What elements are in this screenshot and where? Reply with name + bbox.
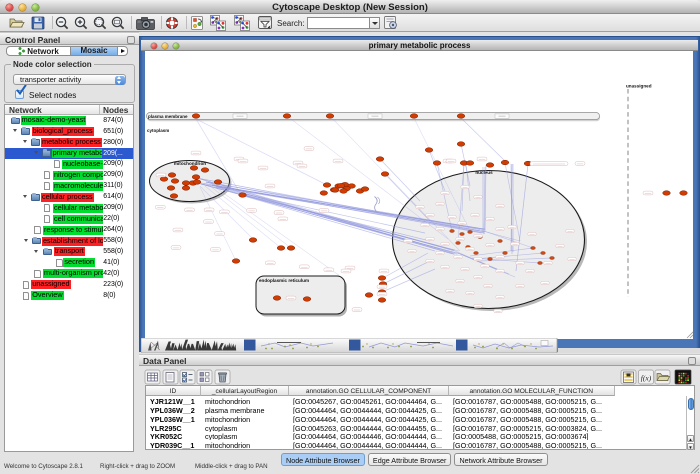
svg-text:nucleus: nucleus — [475, 170, 493, 175]
svg-text:endoplasmic reticulum: endoplasmic reticulum — [259, 278, 309, 283]
svg-text:plasma membrane: plasma membrane — [148, 114, 188, 119]
svg-text:mitochondrion: mitochondrion — [174, 161, 206, 166]
svg-text:f(x): f(x) — [641, 374, 652, 383]
svg-text:unassigned: unassigned — [626, 84, 652, 89]
svg-text:cytoplasm: cytoplasm — [147, 128, 169, 133]
